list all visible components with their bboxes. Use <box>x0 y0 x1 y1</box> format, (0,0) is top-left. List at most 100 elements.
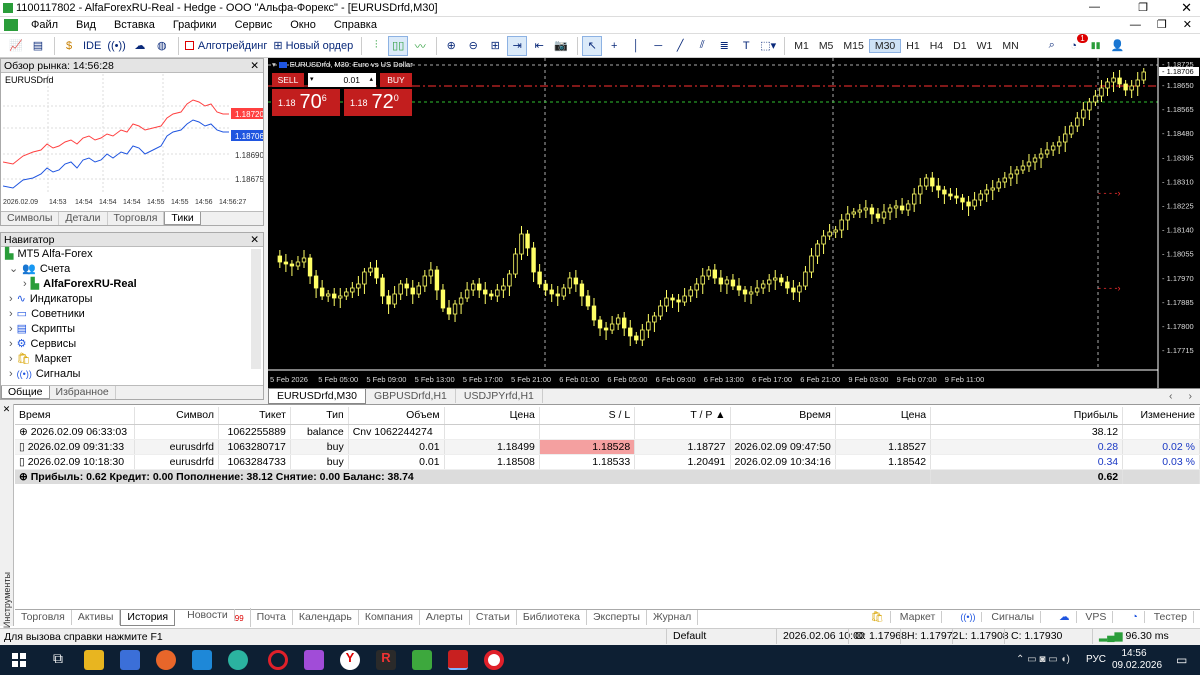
tab-assets[interactable]: Активы <box>72 610 121 625</box>
tab-details[interactable]: Детали <box>59 212 108 225</box>
tab-trade[interactable]: Торговля <box>15 610 72 625</box>
right-tab-tester[interactable]: ◔ Тестер <box>1119 610 1200 625</box>
app-r-icon[interactable]: R <box>376 650 396 670</box>
search-icon[interactable]: ⌕ <box>1042 36 1062 56</box>
tab-symbols[interactable]: Символы <box>1 212 60 225</box>
app-icon[interactable] <box>304 650 324 670</box>
col-ticket[interactable]: Тикет <box>218 407 291 425</box>
nav-item-indicators[interactable]: › ∿ Индикаторы <box>5 292 263 307</box>
mdi-close-icon[interactable]: ✕ <box>1175 17 1200 33</box>
sell-button[interactable]: SELL <box>272 73 304 87</box>
col-change[interactable]: Изменение <box>1122 407 1200 425</box>
tf-m1[interactable]: M1 <box>789 40 814 52</box>
buy-button[interactable]: BUY <box>380 73 412 87</box>
tf-m15[interactable]: M15 <box>838 40 868 52</box>
chart-tab-usdjpy[interactable]: USDJPYrfd,H1 <box>456 389 543 403</box>
nav-item-signals[interactable]: › ((•)) Сигналы <box>5 367 263 382</box>
menu-file[interactable]: Файл <box>22 17 67 33</box>
tab-experts[interactable]: Эксперты <box>587 610 647 625</box>
col-profit[interactable]: Прибыль <box>930 407 1124 425</box>
notification-center-icon[interactable]: ▭ <box>1176 653 1187 667</box>
yandex-icon[interactable]: Y <box>340 650 360 670</box>
status-ping[interactable]: ▂▄▆ 96.30 ms <box>1092 629 1175 644</box>
status-profile[interactable]: Default <box>666 629 776 644</box>
tf-w1[interactable]: W1 <box>972 40 998 52</box>
account-level-icon[interactable]: ▮▮ <box>1086 36 1106 56</box>
col-sl[interactable]: S / L <box>539 407 636 425</box>
table-row[interactable]: ▯ 2026.02.09 09:31:33 eurusdrfd 10632807… <box>15 439 1200 455</box>
expand-icon[interactable]: ⊕ <box>19 471 28 483</box>
volume-input[interactable]: ▾ 0.01 ▴ <box>308 73 376 87</box>
buy-price-box[interactable]: 1.18 72 0 <box>344 89 412 116</box>
nav-item-scripts[interactable]: › ▤ Скрипты <box>5 322 263 337</box>
line-chart-icon[interactable]: 〰 <box>410 36 430 56</box>
tab-ticks[interactable]: Тики <box>164 212 201 225</box>
edge-icon[interactable] <box>228 650 248 670</box>
col-time[interactable]: Время <box>15 407 136 425</box>
horizontal-line-icon[interactable]: ─ <box>648 36 668 56</box>
minimize-icon[interactable]: — <box>1089 1 1100 13</box>
globe-icon[interactable]: ◍ <box>152 36 172 56</box>
col-price2[interactable]: Цена <box>835 407 932 425</box>
algotrading-button[interactable]: Алготрейдинг <box>183 36 269 56</box>
tile-icon[interactable]: ⊞ <box>485 36 505 56</box>
opera-gx-icon[interactable] <box>484 650 504 670</box>
menu-charts[interactable]: Графики <box>164 17 226 33</box>
notifications-icon[interactable]: ◔ 1 <box>1064 33 1088 56</box>
chart-tab-gbpusd[interactable]: GBPUSDrfd,H1 <box>366 389 456 403</box>
control-panel-icon[interactable] <box>120 650 140 670</box>
tab-articles[interactable]: Статьи <box>470 610 517 625</box>
shapes-icon[interactable]: ⬚▾ <box>758 36 778 56</box>
tf-h4[interactable]: H4 <box>925 40 948 52</box>
crosshair-icon[interactable]: + <box>604 36 624 56</box>
nav-item-market[interactable]: › 🛍 Маркет <box>5 352 263 367</box>
sell-price-box[interactable]: 1.18 70 6 <box>272 89 340 116</box>
profiles-icon[interactable]: ▤ <box>28 36 48 56</box>
tab-company[interactable]: Компания <box>359 610 420 625</box>
tf-d1[interactable]: D1 <box>948 40 971 52</box>
col-volume[interactable]: Объем <box>348 407 445 425</box>
right-tab-signals[interactable]: ((•)) Сигналы <box>948 610 1047 625</box>
chart-tabs-scroll-right-icon[interactable]: › <box>1181 389 1200 403</box>
channel-icon[interactable]: ⫽ <box>692 36 712 56</box>
navigator-scrollbar[interactable] <box>251 249 261 369</box>
windows-start-icon[interactable] <box>12 653 26 667</box>
restore-icon[interactable]: ❐ <box>1138 1 1148 14</box>
tab-library[interactable]: Библиотека <box>517 610 587 625</box>
tf-m30[interactable]: M30 <box>868 38 902 53</box>
screenshot-icon[interactable]: 📷 <box>551 36 571 56</box>
chart-tabs-scroll-left-icon[interactable]: ‹ <box>1161 389 1181 403</box>
col-symbol[interactable]: Символ <box>134 407 219 425</box>
opera-icon[interactable] <box>268 650 288 670</box>
zoom-in-icon[interactable]: ⊕ <box>441 36 461 56</box>
nav-item-experts[interactable]: › ▭ Советники <box>5 307 263 322</box>
tab-common[interactable]: Общие <box>1 386 50 399</box>
clock[interactable]: 14:56 09.02.2026 <box>1112 648 1162 672</box>
candles-icon[interactable]: ▯▯ <box>388 35 409 56</box>
col-type[interactable]: Тип <box>290 407 349 425</box>
tab-alerts[interactable]: Алерты <box>420 610 470 625</box>
nav-root[interactable]: ▙ MT5 Alfa-Forex <box>5 247 263 262</box>
ide-button[interactable]: IDE <box>81 36 103 56</box>
tf-mn[interactable]: MN <box>997 40 1023 52</box>
signal-icon[interactable]: ((•)) <box>105 36 128 56</box>
menu-help[interactable]: Справка <box>325 17 386 33</box>
tf-m5[interactable]: M5 <box>814 40 839 52</box>
tab-calendar[interactable]: Календарь <box>293 610 359 625</box>
text-icon[interactable]: T <box>736 36 756 56</box>
nav-item-services[interactable]: › ⚙ Сервисы <box>5 337 263 352</box>
market-watch-close-icon[interactable]: ✕ <box>250 59 259 73</box>
right-tab-vps[interactable]: ☁ VPS <box>1047 610 1119 625</box>
nav-item-accounts[interactable]: ⌄ 👥 Счета <box>5 262 263 277</box>
firefox-icon[interactable] <box>156 650 176 670</box>
menu-view[interactable]: Вид <box>67 17 105 33</box>
trendline-icon[interactable]: ╱ <box>670 36 690 56</box>
col-tp[interactable]: T / P ▲ <box>634 407 731 425</box>
chart-menu-icon[interactable]: ▾ <box>272 60 276 69</box>
tray-icons[interactable]: ⌃ ▭ ◙ ▭ ◖) <box>1016 654 1070 665</box>
menu-window[interactable]: Окно <box>281 17 325 33</box>
table-row[interactable]: ⊕ 2026.02.09 06:33:03 1062255889 balance… <box>15 424 1200 440</box>
task-view-icon[interactable]: ⧉ <box>48 650 68 670</box>
tab-news[interactable]: Новости 99 <box>175 608 251 627</box>
dollar-icon[interactable]: $ <box>59 36 79 56</box>
